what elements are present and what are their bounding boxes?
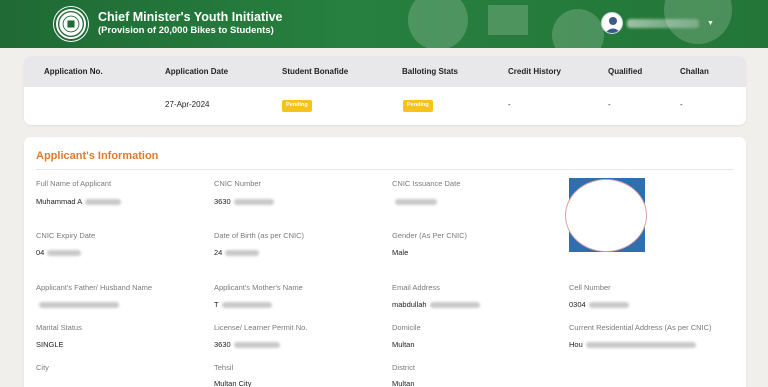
cell-label: Cell Number: [569, 283, 611, 292]
avatar[interactable]: [601, 12, 623, 34]
full-name-value: Muhammad A: [36, 197, 122, 206]
chevron-down-icon[interactable]: ▼: [707, 20, 714, 27]
district-value: Multan: [392, 379, 415, 387]
cnic-number-label: CNIC Number: [214, 179, 262, 188]
challan-value: -: [680, 100, 683, 109]
mother-name-label: Applicant's Mother's Name: [214, 283, 303, 292]
application-status-card: Application No. Application Date Student…: [24, 56, 746, 125]
address-value: Hou: [569, 340, 696, 349]
col-challan: Challan: [680, 67, 709, 76]
app-title: Chief Minister's Youth Initiative: [98, 10, 283, 24]
domicile-label: Domicile: [392, 323, 421, 332]
father-name-value: [36, 300, 119, 309]
cnic-issuance-label: CNIC Issuance Date: [392, 179, 461, 188]
cnic-issuance-value: [392, 197, 437, 206]
tehsil-value: Multan City: [214, 379, 252, 387]
top-header-bar: Chief Minister's Youth Initiative (Provi…: [0, 0, 768, 48]
app-subtitle: (Provision of 20,000 Bikes to Students): [98, 25, 274, 36]
col-credit-history: Credit History: [508, 67, 561, 76]
cell-value: 0304: [569, 300, 629, 309]
status-badge-bonafide: Pending: [282, 100, 312, 112]
table-header: Application No. Application Date Student…: [24, 56, 746, 87]
table-row: 27-Apr-2024 Pending Pending - - -: [24, 87, 746, 125]
cnic-expiry-value: 04: [36, 248, 82, 257]
qualified-value: -: [608, 100, 611, 109]
father-name-label: Applicant's Father/ Husband Name: [36, 283, 153, 292]
section-title: Applicant's Information: [36, 150, 159, 162]
applicant-info-card: Applicant's Information Full Name of App…: [24, 137, 746, 387]
gender-value: Male: [392, 248, 409, 257]
dob-value: 24: [214, 248, 260, 257]
col-balloting-stats: Balloting Stats: [402, 67, 459, 76]
mother-name-value: T: [214, 300, 272, 309]
section-divider: [36, 169, 734, 170]
district-label: District: [392, 363, 415, 372]
col-qualified: Qualified: [608, 67, 643, 76]
col-application-date: Application Date: [165, 67, 229, 76]
email-value: mabdullah: [392, 300, 480, 309]
col-student-bonafide: Student Bonafide: [282, 67, 349, 76]
domicile-value: Multan: [392, 340, 415, 349]
cnic-expiry-label: CNIC Expiry Date: [36, 231, 96, 240]
email-label: Email Address: [392, 283, 440, 292]
cnic-number-value: 3630: [214, 197, 274, 206]
photo-redaction: [565, 179, 647, 252]
tehsil-label: Tehsil: [214, 363, 234, 372]
address-label: Current Residential Address (As per CNIC…: [569, 323, 712, 332]
city-label: City: [36, 363, 49, 372]
credit-history-value: -: [508, 100, 511, 109]
user-name[interactable]: [627, 18, 699, 28]
col-application-no: Application No.: [44, 67, 103, 76]
dob-label: Date of Birth (as per CNIC): [214, 231, 305, 240]
user-menu[interactable]: ▼: [601, 11, 714, 35]
full-name-label: Full Name of Applicant: [36, 179, 112, 188]
marital-label: Marital Status: [36, 323, 82, 332]
license-label: License/ Learner Permit No.: [214, 323, 308, 332]
status-badge-balloting: Pending: [403, 100, 433, 112]
license-value: 3630: [214, 340, 280, 349]
gender-label: Gender (As Per CNIC): [392, 231, 468, 240]
application-date: 27-Apr-2024: [165, 100, 210, 109]
marital-value: SINGLE: [36, 340, 64, 349]
punjab-logo-icon: [54, 7, 88, 41]
